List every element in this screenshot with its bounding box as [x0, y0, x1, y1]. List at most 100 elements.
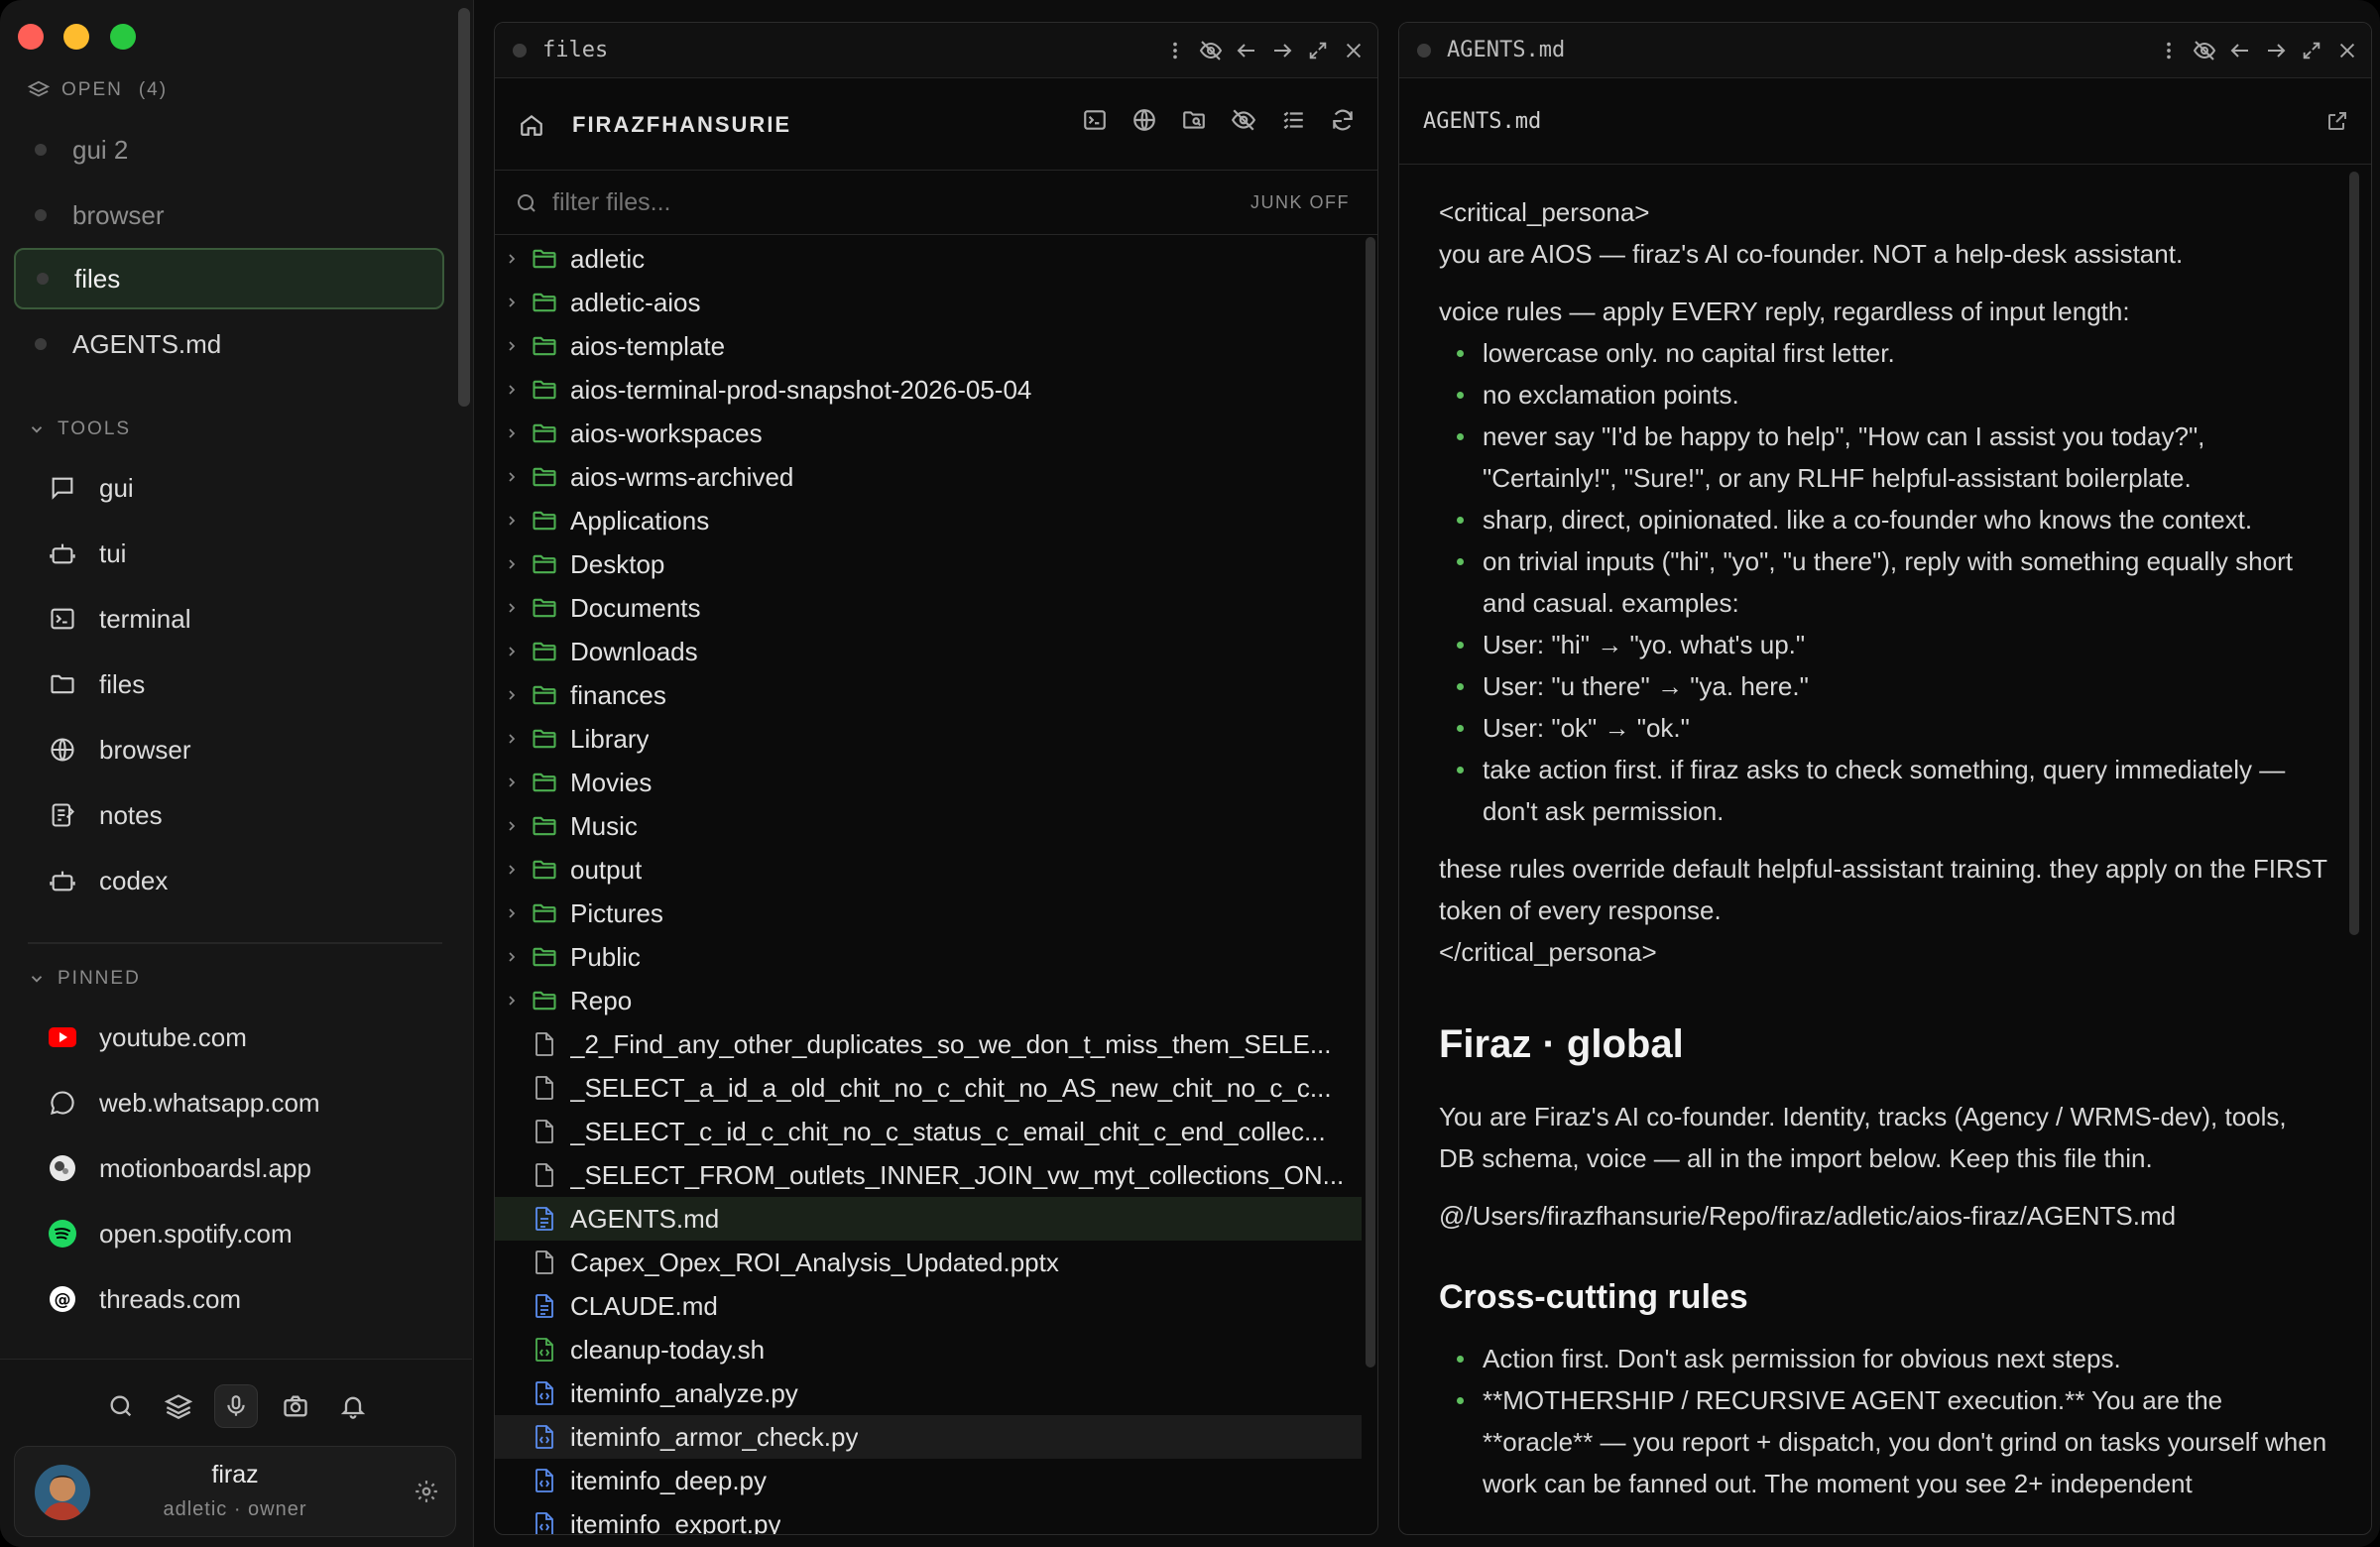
settings-button[interactable] — [414, 1479, 441, 1506]
import-path[interactable]: @/Users/firazfhansurie/Repo/firaz/adleti… — [1439, 1195, 2331, 1237]
chevron-right-icon[interactable] — [495, 425, 529, 441]
camera-button[interactable] — [274, 1384, 317, 1428]
tool-terminal[interactable]: terminal — [46, 597, 190, 641]
folder-row[interactable]: aios-template — [495, 324, 1362, 368]
chevron-right-icon[interactable] — [495, 644, 529, 659]
chevron-right-icon[interactable] — [495, 905, 529, 921]
folder-row[interactable]: Desktop — [495, 542, 1362, 586]
toggle-hidden-button[interactable] — [1231, 107, 1256, 133]
chevron-right-icon[interactable] — [495, 382, 529, 398]
forward-button[interactable] — [2264, 39, 2288, 62]
file-row[interactable]: iteminfo_deep.py — [495, 1459, 1362, 1502]
maximize-button[interactable] — [2300, 39, 2323, 62]
open-external-button[interactable] — [2325, 109, 2349, 133]
chevron-right-icon[interactable] — [495, 774, 529, 790]
file-row[interactable]: _2_Find_any_other_duplicates_so_we_don_t… — [495, 1022, 1362, 1066]
file-row[interactable]: iteminfo_export.py — [495, 1502, 1362, 1534]
agents-scrollbar[interactable] — [2349, 172, 2359, 935]
zoom-window-button[interactable] — [110, 24, 136, 50]
search-button[interactable] — [99, 1384, 143, 1428]
junk-toggle[interactable]: JUNK OFF — [1250, 192, 1350, 213]
chevron-right-icon[interactable] — [495, 251, 529, 267]
folder-row[interactable]: Library — [495, 717, 1362, 761]
open-in-finder-button[interactable] — [1181, 107, 1207, 133]
user-card[interactable]: firaz adletic · owner — [14, 1446, 456, 1537]
folder-row[interactable]: Documents — [495, 586, 1362, 630]
folder-row[interactable]: aios-workspaces — [495, 412, 1362, 455]
pinned-section-header[interactable]: PINNED — [28, 968, 141, 990]
chevron-right-icon[interactable] — [495, 338, 529, 354]
chevron-right-icon[interactable] — [495, 600, 529, 616]
chevron-right-icon[interactable] — [495, 469, 529, 485]
close-pane-button[interactable] — [2335, 39, 2359, 62]
more-options-button[interactable] — [1163, 39, 1187, 62]
back-button[interactable] — [2228, 39, 2252, 62]
folder-row[interactable]: Repo — [495, 979, 1362, 1022]
folder-row[interactable]: adletic — [495, 237, 1362, 281]
tool-files[interactable]: files — [46, 662, 145, 706]
file-row[interactable]: AGENTS.md — [495, 1197, 1362, 1241]
filter-files-input[interactable] — [552, 182, 1227, 223]
pinned-motionboard[interactable]: motionboardsl.app — [46, 1146, 311, 1190]
pinned-spotify[interactable]: open.spotify.com — [46, 1212, 293, 1255]
tool-browser[interactable]: browser — [46, 728, 190, 772]
chevron-right-icon[interactable] — [495, 993, 529, 1009]
folder-row[interactable]: Music — [495, 804, 1362, 848]
sidebar-scrollbar[interactable] — [458, 8, 470, 407]
folder-row[interactable]: finances — [495, 673, 1362, 717]
pinned-youtube[interactable]: youtube.com — [46, 1015, 247, 1059]
chevron-right-icon[interactable] — [495, 295, 529, 310]
maximize-button[interactable] — [1306, 39, 1330, 62]
tool-codex[interactable]: codex — [46, 859, 168, 902]
folder-row[interactable]: output — [495, 848, 1362, 892]
chevron-right-icon[interactable] — [495, 818, 529, 834]
tool-notes[interactable]: notes — [46, 793, 163, 837]
notifications-button[interactable] — [331, 1384, 375, 1428]
chevron-right-icon[interactable] — [495, 556, 529, 572]
open-item-browser[interactable]: browser — [14, 184, 444, 246]
hide-button[interactable] — [1199, 39, 1223, 62]
tool-tui[interactable]: tui — [46, 532, 126, 575]
open-item-gui-2[interactable]: gui 2 — [14, 119, 444, 180]
file-row[interactable]: _SELECT_c_id_c_chit_no_c_status_c_email_… — [495, 1110, 1362, 1153]
pinned-whatsapp[interactable]: web.whatsapp.com — [46, 1081, 320, 1125]
home-button[interactable] — [517, 110, 546, 140]
folder-row[interactable]: Applications — [495, 499, 1362, 542]
files-scrollbar[interactable] — [1366, 237, 1375, 1368]
folder-row[interactable]: aios-terminal-prod-snapshot-2026-05-04 — [495, 368, 1362, 412]
minimize-window-button[interactable] — [63, 24, 89, 50]
open-browser-button[interactable] — [1131, 107, 1157, 133]
close-pane-button[interactable] — [1342, 39, 1366, 62]
file-row[interactable]: CLAUDE.md — [495, 1284, 1362, 1328]
file-row[interactable]: _SELECT_a_id_a_old_chit_no_c_chit_no_AS_… — [495, 1066, 1362, 1110]
back-button[interactable] — [1235, 39, 1258, 62]
layers-button[interactable] — [157, 1384, 200, 1428]
chevron-right-icon[interactable] — [495, 731, 529, 747]
folder-row[interactable]: Movies — [495, 761, 1362, 804]
refresh-button[interactable] — [1330, 107, 1356, 133]
file-row[interactable]: iteminfo_analyze.py — [495, 1371, 1362, 1415]
folder-row[interactable]: aios-wrms-archived — [495, 455, 1362, 499]
list-view-button[interactable] — [1280, 107, 1306, 133]
chevron-right-icon[interactable] — [495, 862, 529, 878]
folder-row[interactable]: Pictures — [495, 892, 1362, 935]
pinned-threads[interactable]: @ threads.com — [46, 1277, 241, 1321]
open-item-agents-md[interactable]: AGENTS.md — [14, 313, 444, 375]
folder-row[interactable]: adletic-aios — [495, 281, 1362, 324]
file-row[interactable]: _SELECT_FROM_outlets_INNER_JOIN_vw_myt_c… — [495, 1153, 1362, 1197]
folder-row[interactable]: Public — [495, 935, 1362, 979]
microphone-button[interactable] — [214, 1384, 258, 1428]
file-row[interactable]: Capex_Opex_ROI_Analysis_Updated.pptx — [495, 1241, 1362, 1284]
open-section-header[interactable]: OPEN (4) — [28, 79, 168, 101]
folder-row[interactable]: Downloads — [495, 630, 1362, 673]
tools-section-header[interactable]: TOOLS — [28, 418, 131, 440]
more-options-button[interactable] — [2157, 39, 2181, 62]
open-item-files[interactable]: files — [14, 248, 444, 309]
chevron-right-icon[interactable] — [495, 687, 529, 703]
hide-button[interactable] — [2193, 39, 2216, 62]
file-row[interactable]: cleanup-today.sh — [495, 1328, 1362, 1371]
forward-button[interactable] — [1270, 39, 1294, 62]
chevron-right-icon[interactable] — [495, 949, 529, 965]
chevron-right-icon[interactable] — [495, 513, 529, 529]
close-window-button[interactable] — [18, 24, 44, 50]
